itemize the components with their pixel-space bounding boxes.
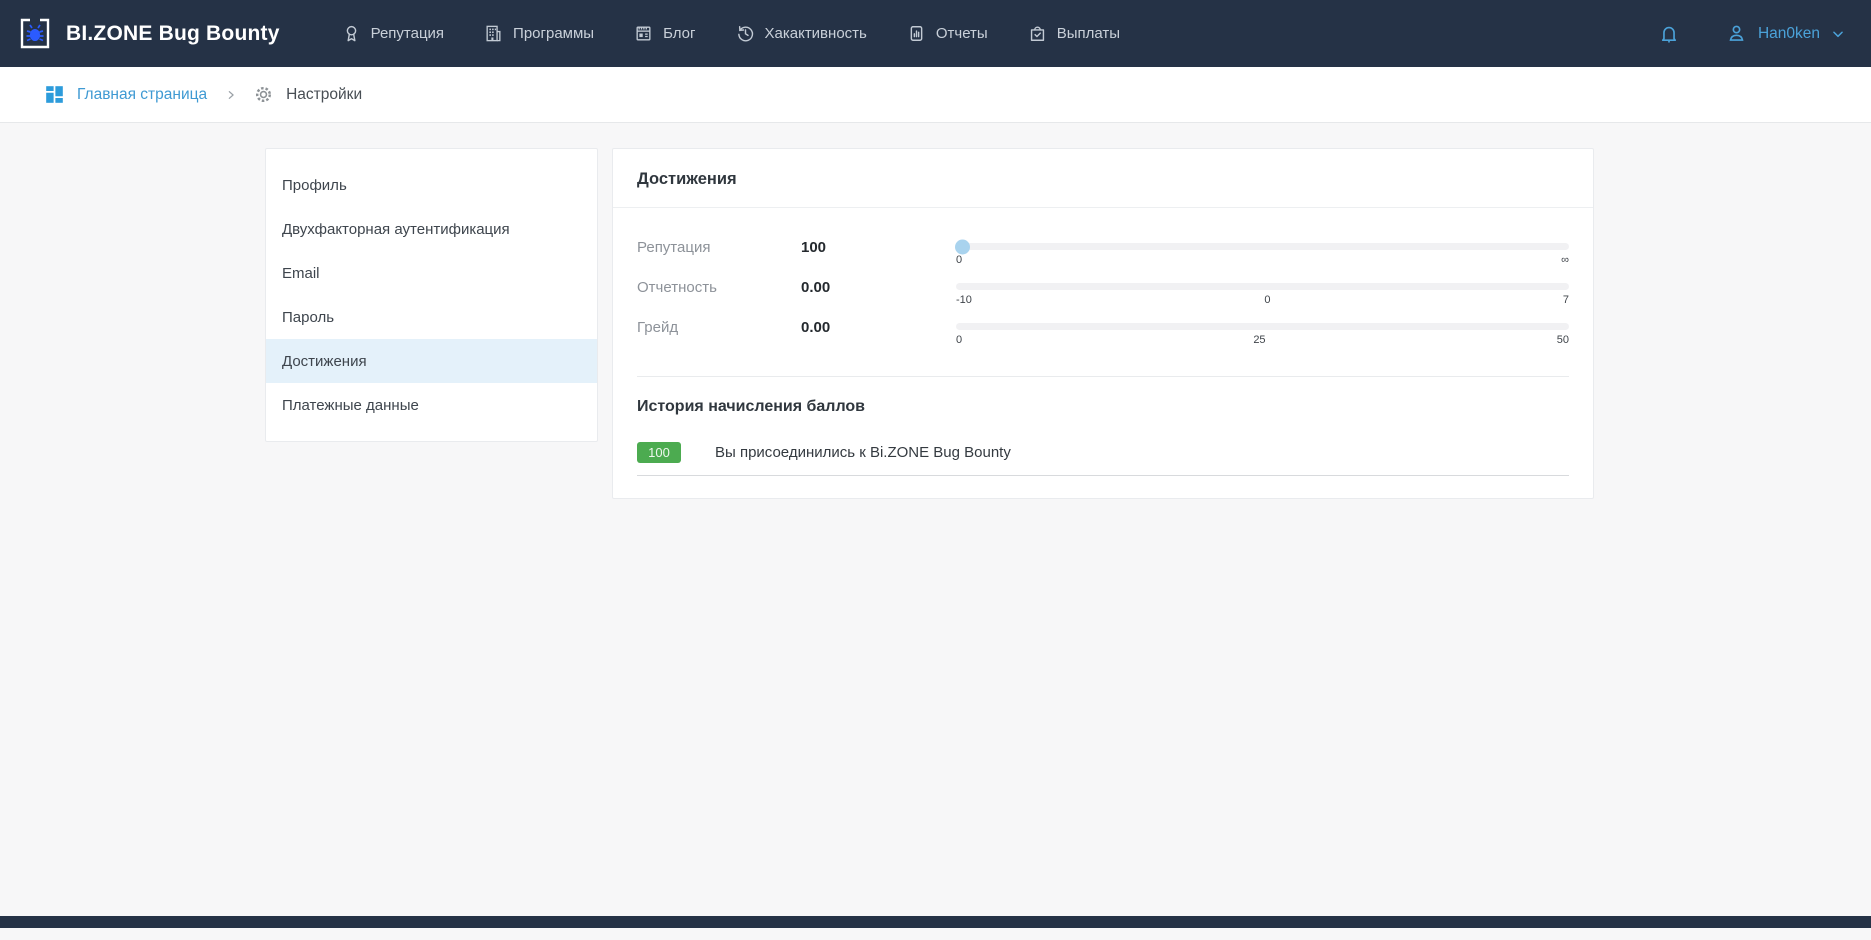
page-content: Профиль Двухфакторная аутентификация Ema… [0, 123, 1871, 928]
nav-item-programs[interactable]: Программы [484, 24, 594, 43]
metric-row-grade: Грейд 0.00 0 25 50 [637, 318, 1569, 358]
nav-item-label: Отчеты [936, 25, 988, 42]
slider-marks: 0 ∞ [956, 254, 1569, 266]
reporting-slider[interactable]: -10 0 7 [956, 278, 1569, 306]
metric-label: Грейд [637, 318, 801, 338]
history-entry-text: Вы присоединились к Bi.ZONE Bug Bounty [715, 444, 1011, 461]
nav-item-label: Хакактивность [765, 25, 867, 42]
sidebar-item-achievements[interactable]: Достижения [266, 339, 597, 383]
bizone-bug-logo-icon [16, 15, 54, 53]
sidebar-item-payment-details[interactable]: Платежные данные [266, 383, 597, 427]
nav-item-label: Блог [663, 25, 695, 42]
metric-label: Отчетность [637, 278, 801, 298]
nav-item-label: Репутация [371, 25, 444, 42]
user-menu[interactable]: Han0ken [1726, 23, 1845, 44]
breadcrumb-current-label: Настройки [286, 86, 362, 104]
username: Han0ken [1758, 25, 1820, 43]
slider-track[interactable] [956, 323, 1569, 330]
breadcrumb: Главная страница Настройки [0, 67, 1871, 123]
nav-item-hacktivity[interactable]: Хакактивность [736, 24, 867, 43]
breadcrumb-home-link[interactable]: Главная страница [44, 84, 207, 105]
slider-mark-mid: 0 [1264, 294, 1270, 306]
slider-mark-max: 50 [1557, 334, 1569, 346]
sidebar-item-profile[interactable]: Профиль [266, 163, 597, 207]
payments-icon [1028, 24, 1047, 43]
history-icon [736, 24, 755, 43]
slider-mark-min: 0 [956, 334, 962, 346]
panel-body: Репутация 100 0 ∞ Отчетность 0.00 [613, 208, 1593, 498]
newspaper-icon [634, 24, 653, 43]
grade-slider[interactable]: 0 25 50 [956, 318, 1569, 346]
breadcrumb-current: Настройки [253, 84, 362, 105]
section-divider [637, 376, 1569, 377]
nav-item-reputation[interactable]: Репутация [342, 24, 444, 43]
chevron-down-icon [1831, 27, 1845, 41]
slider-mark-min: 0 [956, 254, 962, 266]
nav-item-label: Выплаты [1057, 25, 1120, 42]
sidebar-item-password[interactable]: Пароль [266, 295, 597, 339]
history-section-title: История начисления баллов [637, 398, 1569, 416]
slider-mark-min: -10 [956, 294, 972, 306]
medal-icon [342, 24, 361, 43]
settings-sidebar: Профиль Двухфакторная аутентификация Ema… [265, 148, 598, 442]
metric-row-reputation: Репутация 100 0 ∞ [637, 238, 1569, 278]
slider-track[interactable] [956, 243, 1569, 250]
metric-value: 0.00 [801, 318, 956, 338]
slider-marks: 0 25 50 [956, 334, 1569, 346]
history-entry: 100 Вы присоединились к Bi.ZONE Bug Boun… [637, 442, 1569, 476]
brand-logo[interactable]: BI.ZONE Bug Bounty [16, 15, 280, 53]
metric-label: Репутация [637, 238, 801, 258]
gear-icon [253, 84, 274, 105]
slider-mark-mid: 25 [1253, 334, 1265, 346]
slider-mark-max: ∞ [1561, 254, 1569, 266]
nav-item-label: Программы [513, 25, 594, 42]
slider-marks: -10 0 7 [956, 294, 1569, 306]
slider-mark-max: 7 [1563, 294, 1569, 306]
slider-track[interactable] [956, 283, 1569, 290]
nav-item-reports[interactable]: Отчеты [907, 24, 988, 43]
nav-item-blog[interactable]: Блог [634, 24, 695, 43]
app-window: BI.ZONE Bug Bounty Репутация Программы Б… [0, 0, 1871, 940]
report-icon [907, 24, 926, 43]
sidebar-item-email[interactable]: Email [266, 251, 597, 295]
breadcrumb-separator-icon [226, 90, 236, 100]
achievements-panel: Достижения Репутация 100 0 ∞ О [612, 148, 1594, 499]
footer-bar [0, 916, 1871, 928]
panel-title: Достижения [613, 149, 1593, 208]
notifications-bell-icon[interactable] [1658, 23, 1680, 45]
slider-thumb[interactable] [955, 239, 970, 254]
brand-title: BI.ZONE Bug Bounty [66, 22, 280, 46]
metric-value: 0.00 [801, 278, 956, 298]
nav-item-payouts[interactable]: Выплаты [1028, 24, 1120, 43]
sidebar-item-2fa[interactable]: Двухфакторная аутентификация [266, 207, 597, 251]
building-icon [484, 24, 503, 43]
user-icon [1726, 23, 1747, 44]
breadcrumb-home-label: Главная страница [77, 86, 207, 104]
navbar-right: Han0ken [1658, 23, 1845, 45]
main-nav: Репутация Программы Блог Хакактивность О… [342, 24, 1120, 43]
metric-row-reporting: Отчетность 0.00 -10 0 7 [637, 278, 1569, 318]
dashboard-grid-icon [44, 84, 65, 105]
points-badge: 100 [637, 442, 681, 463]
metric-value: 100 [801, 238, 956, 258]
top-navbar: BI.ZONE Bug Bounty Репутация Программы Б… [0, 0, 1871, 67]
reputation-slider[interactable]: 0 ∞ [956, 238, 1569, 266]
